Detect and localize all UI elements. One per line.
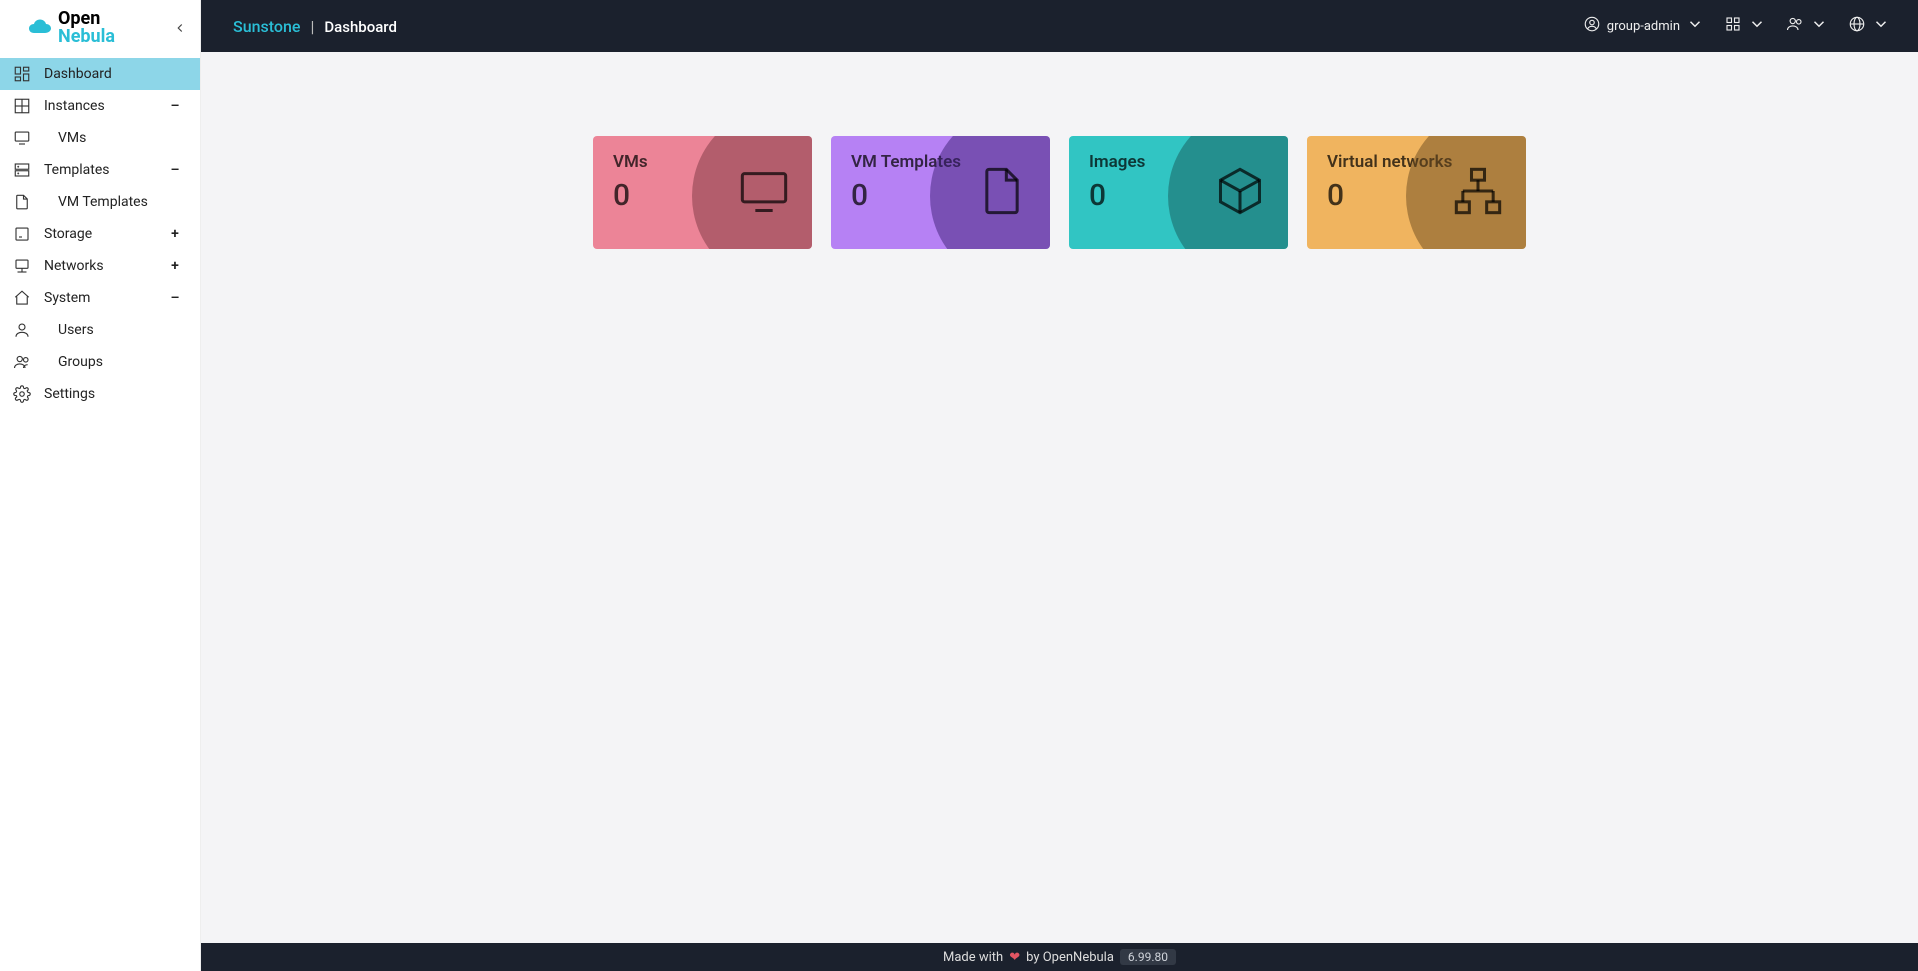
view-menu[interactable] (1724, 15, 1766, 37)
header: Sunstone | Dashboard group-admin (201, 0, 1918, 52)
sidebar-item-label: Storage (44, 226, 166, 242)
user-circle-icon (1583, 15, 1601, 37)
logo-row: Open Nebula (0, 0, 200, 56)
box-icon (1214, 165, 1266, 221)
sidebar-item-networks[interactable]: Networks + (0, 250, 200, 282)
card-vms[interactable]: VMs 0 (593, 136, 812, 249)
storage-icon (0, 225, 44, 243)
sidebar-item-dashboard[interactable]: Dashboard (0, 58, 200, 90)
network-tree-icon (1452, 165, 1504, 221)
monitor-icon (738, 165, 790, 221)
card-images[interactable]: Images 0 (1069, 136, 1288, 249)
home-icon (0, 289, 44, 307)
user-icon (0, 321, 44, 339)
sidebar-item-settings[interactable]: Settings (0, 378, 200, 410)
file-icon (0, 193, 44, 211)
user-label: group-admin (1607, 19, 1680, 34)
footer-made: Made with (943, 950, 1003, 965)
page-title: Dashboard (324, 18, 397, 36)
group-menu[interactable] (1786, 15, 1828, 37)
card-vm-templates[interactable]: VM Templates 0 (831, 136, 1050, 249)
users-icon (0, 353, 44, 371)
card-virtual-networks[interactable]: Virtual networks 0 (1307, 136, 1526, 249)
user-menu[interactable]: group-admin (1583, 15, 1704, 37)
users-icon (1786, 15, 1804, 37)
chevron-down-icon (1686, 15, 1704, 37)
sidebar-item-label: Groups (44, 354, 200, 370)
chevron-down-icon (1748, 15, 1766, 37)
collapse-icon[interactable]: – (166, 162, 184, 178)
apps-icon (1724, 15, 1742, 37)
sidebar-item-label: Settings (44, 386, 184, 402)
app-name[interactable]: Sunstone (233, 17, 300, 36)
sidebar-item-groups[interactable]: Groups (0, 346, 200, 378)
sidebar-item-label: Instances (44, 98, 166, 114)
sidebar-item-system[interactable]: System – (0, 282, 200, 314)
sidebar-item-label: Templates (44, 162, 166, 178)
sidebar-item-label: Dashboard (44, 66, 184, 82)
collapse-icon[interactable]: – (166, 98, 184, 114)
expand-icon[interactable]: + (166, 258, 184, 274)
gear-icon (0, 385, 44, 403)
sidebar-item-templates[interactable]: Templates – (0, 154, 200, 186)
footer-by: by OpenNebula (1026, 950, 1114, 965)
sidebar-collapse-button[interactable] (168, 16, 192, 40)
sidebar-item-vms[interactable]: VMs (0, 122, 200, 154)
logo-line2: Nebula (58, 26, 115, 47)
monitor-icon (0, 129, 44, 147)
sidebar-item-instances[interactable]: Instances – (0, 90, 200, 122)
expand-icon[interactable]: + (166, 226, 184, 242)
breadcrumb: Sunstone | Dashboard (233, 17, 397, 36)
sidebar-item-users[interactable]: Users (0, 314, 200, 346)
sidebar-item-label: Users (44, 322, 200, 338)
heart-icon: ❤ (1009, 950, 1020, 965)
sidebar: Open Nebula Dashboard Instances – (0, 0, 201, 971)
globe-icon (1848, 15, 1866, 37)
network-icon (0, 257, 44, 275)
collapse-icon[interactable]: – (166, 290, 184, 306)
sidebar-item-label: Networks (44, 258, 166, 274)
sidebar-item-label: VMs (44, 130, 200, 146)
sidebar-item-label: System (44, 290, 166, 306)
grid-icon (0, 97, 44, 115)
footer-version: 6.99.80 (1120, 949, 1176, 965)
sidebar-item-label: VM Templates (44, 194, 200, 210)
content: VMs 0 VM Templates 0 Images (201, 52, 1918, 943)
sidebar-item-storage[interactable]: Storage + (0, 218, 200, 250)
sidebar-item-vm-templates[interactable]: VM Templates (0, 186, 200, 218)
dashboard-cards: VMs 0 VM Templates 0 Images (201, 52, 1918, 249)
server-icon (0, 161, 44, 179)
dashboard-icon (0, 65, 44, 83)
main: Sunstone | Dashboard group-admin (201, 0, 1918, 971)
chevron-down-icon (1872, 15, 1890, 37)
nav: Dashboard Instances – VMs Templates (0, 56, 200, 410)
chevron-down-icon (1810, 15, 1828, 37)
footer: Made with ❤ by OpenNebula 6.99.80 (201, 943, 1918, 971)
file-icon (976, 165, 1028, 221)
logo-text: Open Nebula (58, 10, 115, 46)
zone-menu[interactable] (1848, 15, 1890, 37)
opennebula-logo-icon (28, 16, 52, 40)
breadcrumb-sep: | (310, 17, 314, 36)
